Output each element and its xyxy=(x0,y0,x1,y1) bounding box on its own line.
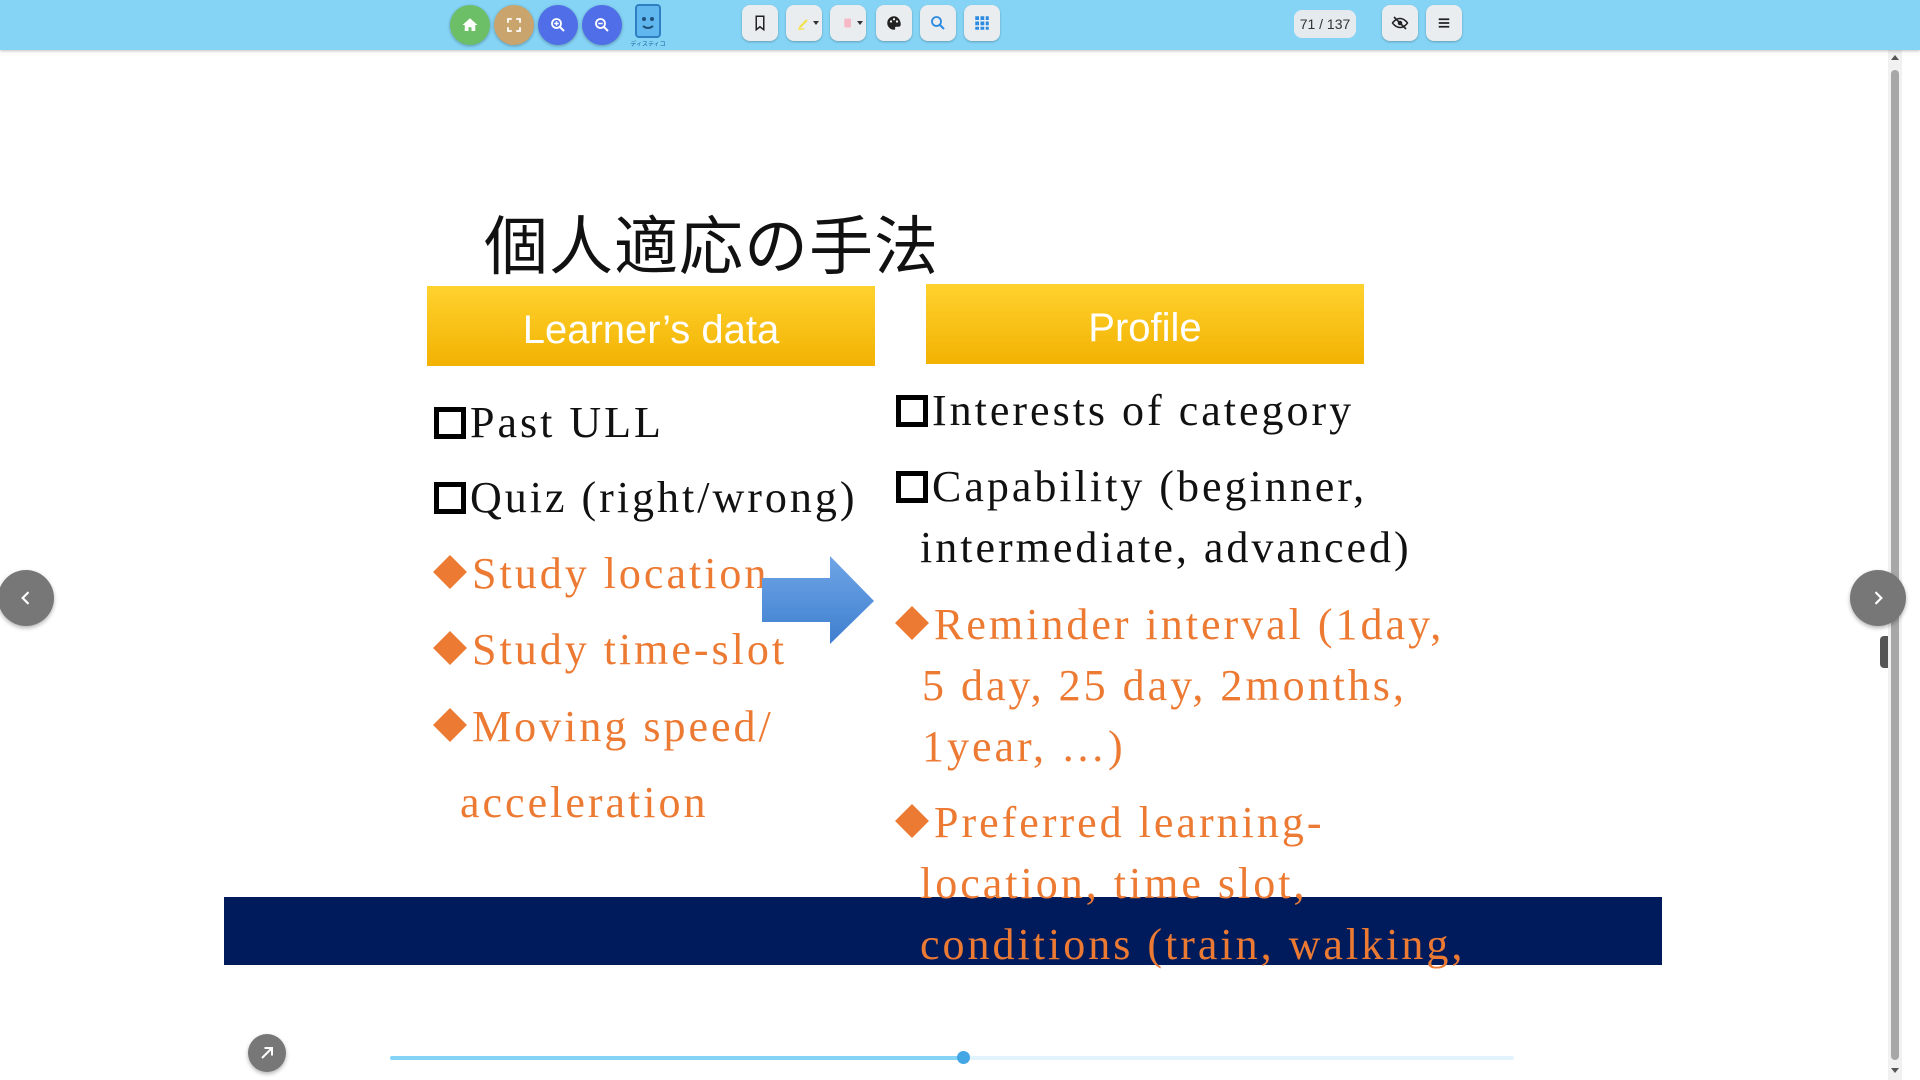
eye-off-icon xyxy=(1391,16,1409,30)
chevron-left-icon xyxy=(21,591,30,605)
top-toolbar: ディスティコ 71 / 137 xyxy=(0,0,1920,50)
item-text: Quiz (right/wrong) xyxy=(470,473,858,522)
home-icon xyxy=(462,18,478,31)
highlighter-button[interactable] xyxy=(786,5,822,41)
fullscreen-icon xyxy=(507,18,521,32)
share-button[interactable] xyxy=(248,1034,286,1072)
logo-caption: ディスティコ xyxy=(630,41,666,48)
learners-data-header: Learner’s data xyxy=(427,286,875,366)
thumbnail-grid-button[interactable] xyxy=(964,5,1000,41)
list-item-continuation: acceleration xyxy=(460,778,709,827)
profile-header: Profile xyxy=(926,284,1364,364)
list-item-continuation: location, time slot, xyxy=(920,859,1308,908)
page-counter[interactable]: 71 / 137 xyxy=(1294,10,1356,38)
scrollbar-thumb[interactable] xyxy=(1891,70,1899,1060)
list-item-study-time-slot: Study time-slot xyxy=(433,619,788,680)
palette-button[interactable] xyxy=(876,5,912,41)
palette-icon xyxy=(887,16,901,30)
list-item-continuation: 5 day, 25 day, 2months, xyxy=(922,661,1407,710)
chevron-right-icon xyxy=(1874,591,1883,605)
diamond-bullet-icon xyxy=(433,631,467,665)
list-item-study-location: Study location xyxy=(433,543,770,604)
search-icon xyxy=(931,16,945,30)
diamond-bullet-icon xyxy=(433,708,467,742)
vertical-scrollbar[interactable] xyxy=(1888,50,1902,1080)
slide-title: 個人適応の手法 xyxy=(484,211,939,285)
item-text: Study time-slot xyxy=(472,625,788,674)
list-item-quiz: Quiz (right/wrong) xyxy=(434,467,858,528)
square-bullet-icon xyxy=(434,407,466,439)
fullscreen-button[interactable] xyxy=(494,5,534,45)
zoom-in-button[interactable] xyxy=(538,5,578,45)
external-link-icon xyxy=(261,1047,273,1059)
bookmark-button[interactable] xyxy=(742,5,778,41)
page-slider-handle[interactable] xyxy=(957,1051,971,1064)
scroll-down-icon[interactable] xyxy=(1891,1068,1899,1073)
app-logo: ディスティコ xyxy=(630,3,666,48)
list-item-moving-speed: Moving speed/ xyxy=(433,696,774,757)
page-slider[interactable] xyxy=(390,1051,1514,1064)
diamond-bullet-icon xyxy=(895,804,929,838)
square-bullet-icon xyxy=(434,482,466,514)
list-item-past-ull: Past ULL xyxy=(434,392,664,453)
zoom-in-icon xyxy=(551,18,565,32)
highlighter-icon xyxy=(798,19,808,30)
square-bullet-icon xyxy=(896,395,928,427)
item-text: Study location xyxy=(472,549,770,598)
item-text: Interests of category xyxy=(932,386,1355,435)
bookmark-icon xyxy=(755,15,765,32)
item-text: Moving speed/ xyxy=(472,702,774,751)
home-button[interactable] xyxy=(450,5,490,45)
list-item-preferred-learning: Preferred learning- xyxy=(895,792,1325,853)
zoom-out-icon xyxy=(595,18,609,32)
menu-button[interactable] xyxy=(1426,5,1462,41)
list-item-interests: Interests of category xyxy=(896,380,1354,441)
eraser-icon xyxy=(844,18,851,28)
list-item-continuation: intermediate, advanced) xyxy=(920,523,1412,572)
search-button[interactable] xyxy=(920,5,956,41)
hide-toolbar-button[interactable] xyxy=(1382,5,1418,41)
chevron-down-icon xyxy=(813,21,819,25)
diamond-bullet-icon xyxy=(895,606,929,640)
zoom-out-button[interactable] xyxy=(582,5,622,45)
grid-icon xyxy=(975,16,989,30)
item-text: Preferred learning- xyxy=(934,798,1325,847)
previous-page-button[interactable] xyxy=(0,570,54,626)
item-text: Capability (beginner, xyxy=(932,462,1368,511)
item-text: Past ULL xyxy=(470,398,664,447)
square-bullet-icon xyxy=(896,471,928,503)
chevron-down-icon xyxy=(857,21,863,25)
diamond-bullet-icon xyxy=(433,555,467,589)
next-page-button[interactable] xyxy=(1850,570,1906,626)
list-item-continuation: conditions (train, walking, xyxy=(920,920,1466,969)
list-item-capability: Capability (beginner, xyxy=(896,456,1367,517)
item-text: Reminder interval (1day, xyxy=(934,600,1445,649)
list-item-continuation: 1year, …) xyxy=(922,722,1126,771)
scroll-up-icon[interactable] xyxy=(1891,55,1899,60)
right-arrow-icon xyxy=(762,556,874,644)
page-slider-fill xyxy=(390,1056,964,1060)
list-item-reminder-interval: Reminder interval (1day, xyxy=(895,594,1445,655)
hamburger-menu-icon xyxy=(1438,18,1450,28)
eraser-button[interactable] xyxy=(830,5,866,41)
